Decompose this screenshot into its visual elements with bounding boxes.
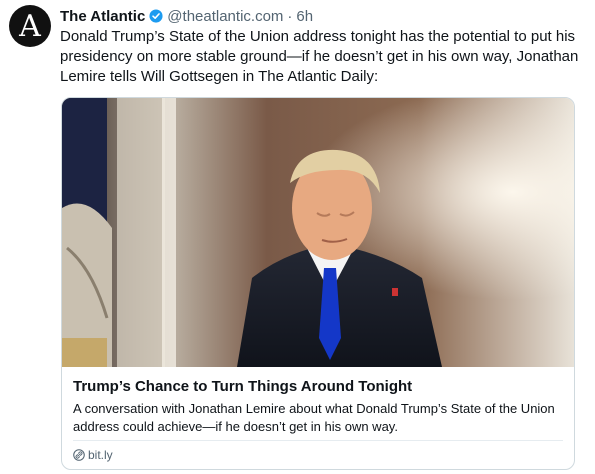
post-timestamp[interactable]: 6h bbox=[296, 8, 313, 25]
card-domain[interactable]: bit.ly bbox=[73, 447, 113, 463]
card-divider bbox=[73, 440, 563, 441]
author-handle[interactable]: @theatlantic.com bbox=[167, 8, 283, 25]
card-title[interactable]: Trump’s Chance to Turn Things Around Ton… bbox=[73, 377, 563, 397]
header-separator: · bbox=[287, 7, 293, 25]
card-domain-text: bit.ly bbox=[88, 448, 113, 462]
card-description: A conversation with Jonathan Lemire abou… bbox=[73, 401, 555, 434]
card-image[interactable] bbox=[62, 98, 574, 367]
author-display-name[interactable]: The Atlantic bbox=[60, 8, 145, 25]
post-text: Donald Trump’s State of the Union addres… bbox=[60, 28, 579, 85]
post-header: The Atlantic @theatlantic.com · 6h bbox=[60, 5, 313, 27]
post: A The Atlantic @theatlantic.com · 6h Don… bbox=[0, 0, 595, 474]
link-preview-card[interactable]: Trump’s Chance to Turn Things Around Ton… bbox=[61, 97, 575, 470]
verified-check-icon bbox=[149, 9, 163, 23]
avatar-letter: A bbox=[19, 8, 41, 44]
link-icon bbox=[73, 449, 85, 461]
avatar[interactable]: A bbox=[9, 5, 51, 47]
